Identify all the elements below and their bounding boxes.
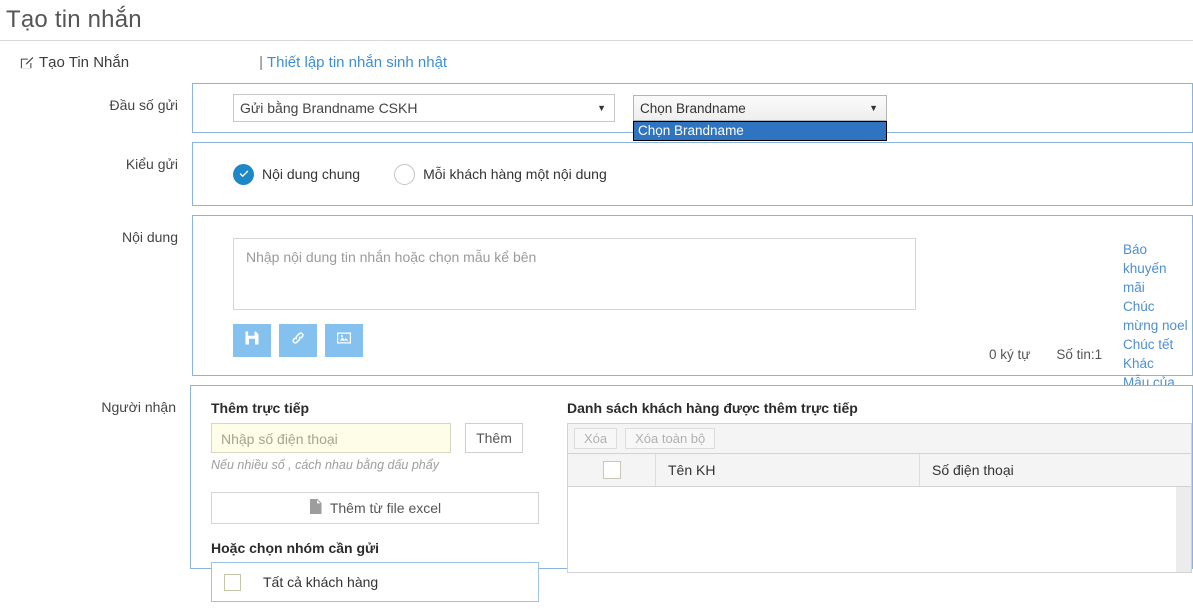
direct-add-section: Thêm trực tiếp Nhập số điện thoại Nếu nh… <box>211 400 541 602</box>
breadcrumb-current-group: Tạo Tin Nhắn <box>20 54 129 71</box>
table-header-phone: Số điện thoại <box>932 462 1014 478</box>
send-type-label: Kiểu gửi <box>125 156 178 172</box>
chevron-down-icon: ▼ <box>869 103 878 113</box>
create-message-page: Tạo tin nhắn Tạo Tin Nhắn | Thiết lập ti… <box>0 0 1193 609</box>
add-phone-button[interactable]: Thêm <box>465 423 523 453</box>
brandname-dropdown-list[interactable]: Chọn Brandname <box>633 121 887 141</box>
customer-table-toolbar: Xóa Xóa toàn bộ <box>568 424 1191 454</box>
customer-table: Xóa Xóa toàn bộ Tên KH Số điện thoại <box>567 423 1192 573</box>
breadcrumb-current-label: Tạo Tin Nhắn <box>39 53 130 71</box>
content-panel: Nhập nội dung tin nhắn hoặc chọn mẫu kể … <box>192 215 1193 409</box>
breadcrumb: Tạo Tin Nhắn | Thiết lập tin nhắn sinh n… <box>0 41 1193 83</box>
send-method-select[interactable]: Gửi bằng Brandname CSKH ▼ <box>233 94 615 122</box>
content-row: Nội dung Nhập nội dung tin nhắn hoặc chọ… <box>0 215 1193 409</box>
customer-table-body <box>568 487 1191 572</box>
add-from-excel-button[interactable]: Thêm từ file excel <box>211 492 539 524</box>
sender-row: Đầu số gửi Gửi bằng Brandname CSKH ▼ Chọ… <box>0 83 1193 141</box>
file-icon <box>309 499 322 517</box>
radio-per-customer-label: Mỗi khách hàng một nội dung <box>423 166 607 182</box>
birthday-message-setup-link[interactable]: Thiết lập tin nhắn sinh nhật <box>267 54 447 71</box>
recipients-row: Người nhận Thêm trực tiếp Nhập số điện t… <box>0 385 1193 602</box>
sender-panel: Gửi bằng Brandname CSKH ▼ Chọn Brandname… <box>192 83 1193 141</box>
template-link-promo[interactable]: Báo khuyến mãi <box>1123 240 1192 297</box>
phone-entry-line: Nhập số điện thoại Nếu nhiều số , cách n… <box>211 423 541 472</box>
phone-hint: Nếu nhiều số , cách nhau bằng dấu phẩy <box>211 458 439 472</box>
link-icon <box>290 330 306 351</box>
customer-list-section: Danh sách khách hàng được thêm trực tiếp… <box>541 400 1192 573</box>
recipients-label: Người nhận <box>101 399 176 415</box>
customer-table-header: Tên KH Số điện thoại <box>568 454 1191 487</box>
delete-all-button[interactable]: Xóa toàn bộ <box>625 428 716 449</box>
recipients-panel: Thêm trực tiếp Nhập số điện thoại Nếu nh… <box>190 385 1193 602</box>
char-count: 0 ký tự <box>989 347 1031 362</box>
sms-count: Số tin:1 <box>1056 347 1103 362</box>
brandname-option[interactable]: Chọn Brandname <box>634 122 886 140</box>
page-title: Tạo tin nhắn <box>6 6 142 33</box>
send-type-panel: Nội dung chung Mỗi khách hàng một nội du… <box>192 142 1193 206</box>
content-label: Nội dung <box>121 229 178 245</box>
group-list[interactable]: Tất cả khách hàng <box>211 562 539 602</box>
group-select-heading: Hoặc chọn nhóm cần gửi <box>211 540 380 556</box>
delete-selected-button[interactable]: Xóa <box>574 428 618 449</box>
message-counter: 0 ký tự Số tin:1 <box>989 347 1102 362</box>
group-label-all: Tất cả khách hàng <box>263 574 379 590</box>
direct-add-heading: Thêm trực tiếp <box>211 400 310 416</box>
select-all-checkbox[interactable] <box>602 461 621 479</box>
send-type-row: Kiểu gửi Nội dung chung Mỗi khách hàng m… <box>0 142 1193 206</box>
radio-selected-icon <box>233 163 254 185</box>
breadcrumb-separator: | <box>259 53 263 71</box>
chevron-down-icon: ▼ <box>597 103 606 113</box>
sender-label: Đầu số gửi <box>109 97 178 113</box>
pencil-square-icon <box>20 56 34 70</box>
brandname-select[interactable]: Chọn Brandname ▼ <box>633 95 887 121</box>
insert-link-button[interactable] <box>279 324 317 357</box>
insert-image-button[interactable] <box>325 324 363 357</box>
radio-per-customer-content[interactable]: Mỗi khách hàng một nội dung <box>394 163 607 185</box>
save-icon <box>244 330 260 351</box>
template-link-noel[interactable]: Chúc mừng noel <box>1123 297 1192 335</box>
phone-input[interactable]: Nhập số điện thoại <box>211 423 451 453</box>
message-textarea[interactable]: Nhập nội dung tin nhắn hoặc chọn mẫu kể … <box>233 238 916 310</box>
table-header-checkbox-cell <box>568 454 656 486</box>
radio-common-content-label: Nội dung chung <box>262 166 361 182</box>
template-link-tet[interactable]: Chúc tết <box>1123 335 1192 354</box>
radio-common-content[interactable]: Nội dung chung <box>233 163 361 185</box>
group-checkbox-all[interactable] <box>224 573 241 591</box>
brandname-select-wrap: Chọn Brandname ▼ Chọn Brandname <box>633 95 887 141</box>
send-method-value: Gửi bằng Brandname CSKH <box>240 100 418 116</box>
table-header-name: Tên KH <box>656 454 920 486</box>
template-link-other[interactable]: Khác <box>1123 354 1192 373</box>
customer-list-heading: Danh sách khách hàng được thêm trực tiếp <box>567 400 858 416</box>
brandname-value: Chọn Brandname <box>640 100 746 116</box>
image-icon <box>336 330 352 351</box>
save-template-button[interactable] <box>233 324 271 357</box>
add-from-excel-label: Thêm từ file excel <box>329 500 442 516</box>
radio-unselected-icon <box>394 163 416 185</box>
table-scrollbar[interactable] <box>1176 487 1191 572</box>
